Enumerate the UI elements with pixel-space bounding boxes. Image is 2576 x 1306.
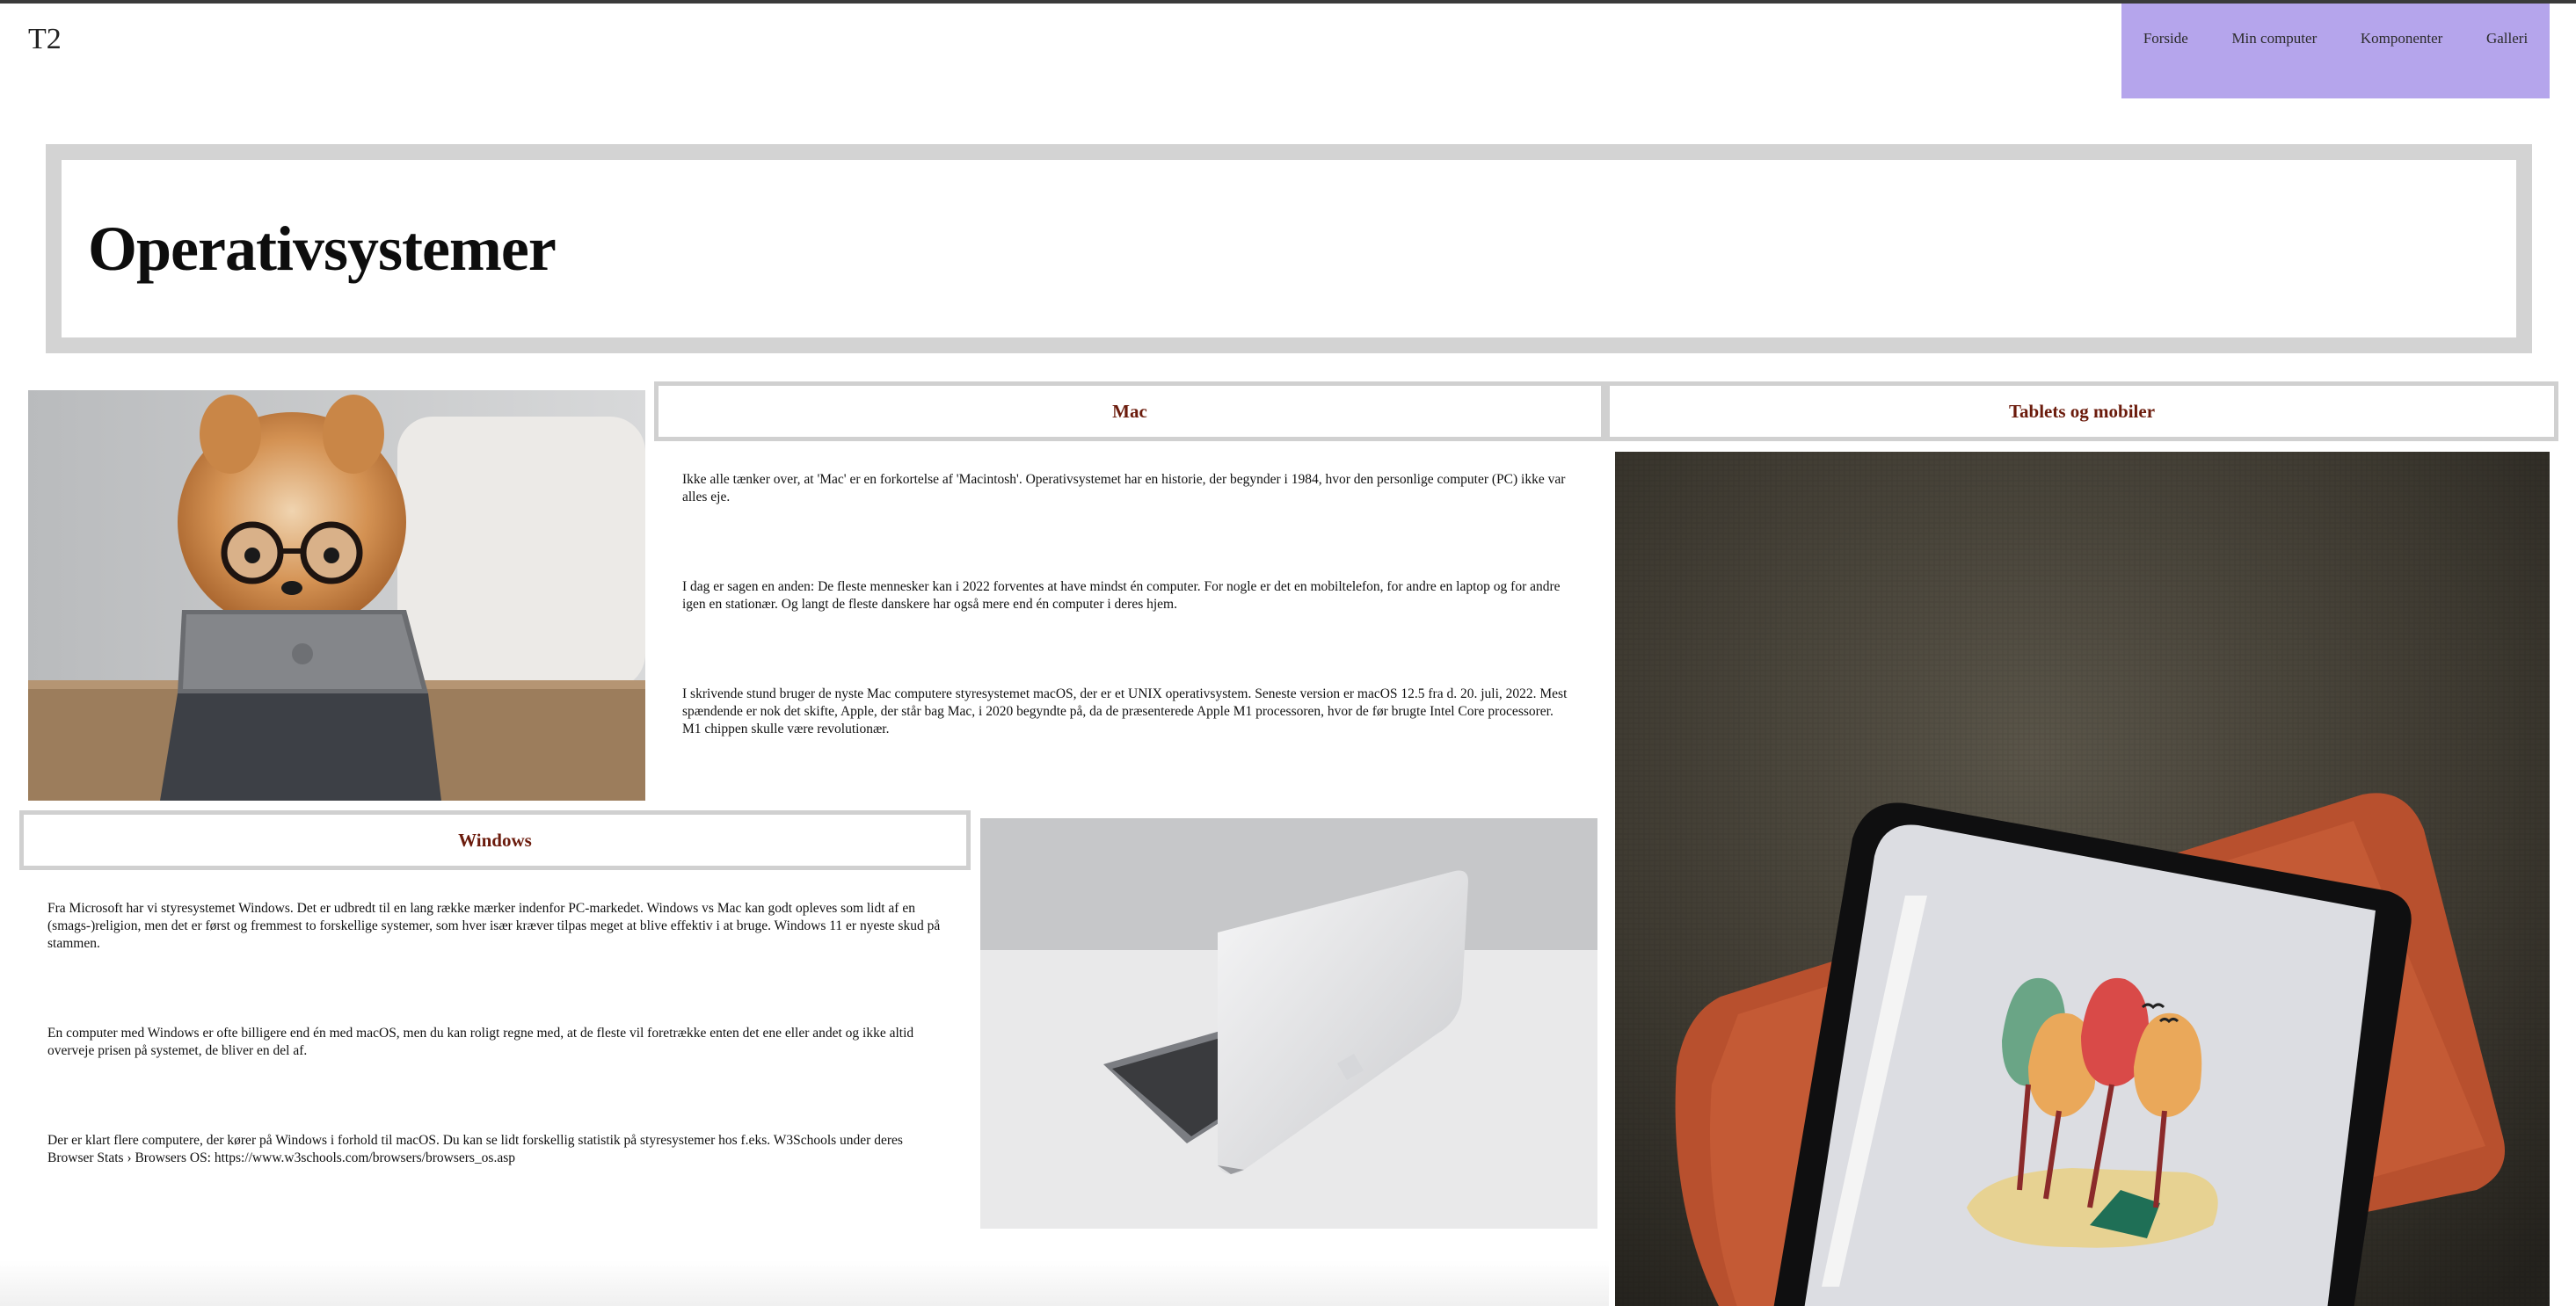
mac-paragraph: I skrivende stund bruger de nyste Mac co…: [682, 686, 1568, 736]
windows-paragraph: En computer med Windows er ofte billiger…: [47, 1026, 914, 1058]
hero-banner: Operativsystemer: [46, 144, 2532, 353]
bottom-fade: [0, 1260, 1609, 1306]
tablets-heading: Tablets og mobiler: [1605, 381, 2558, 441]
windows-heading: Windows: [19, 810, 971, 870]
page-title: Operativsystemer: [88, 213, 557, 284]
laptop-image: [980, 818, 1597, 1229]
ipad-drawing-image: [1615, 452, 2550, 1306]
hero-inner: Operativsystemer: [62, 160, 2516, 337]
windows-text: Fra Microsoft har vi styresystemet Windo…: [47, 900, 944, 1239]
site-logo[interactable]: T2: [28, 23, 62, 56]
mac-paragraph: Ikke alle tænker over, at 'Mac' er en fo…: [682, 472, 1566, 504]
nav-link-forside[interactable]: Forside: [2143, 30, 2188, 47]
nav-link-galleri[interactable]: Galleri: [2486, 30, 2528, 47]
windows-paragraph: Der er klart flere computere, der kører …: [47, 1133, 903, 1165]
nav-link-komponenter[interactable]: Komponenter: [2361, 30, 2442, 47]
dog-with-tablet-image: [28, 390, 645, 801]
windows-paragraph: Fra Microsoft har vi styresystemet Windo…: [47, 901, 941, 951]
main-nav: Forside Min computer Komponenter Galleri: [2121, 4, 2550, 98]
mac-heading: Mac: [654, 381, 1605, 441]
nav-link-min-computer[interactable]: Min computer: [2231, 30, 2317, 47]
page: T2 Forside Min computer Komponenter Gall…: [0, 0, 2576, 1306]
mac-paragraph: I dag er sagen en anden: De fleste menne…: [682, 579, 1561, 612]
mac-text: Ikke alle tænker over, at 'Mac' er en fo…: [682, 471, 1570, 810]
